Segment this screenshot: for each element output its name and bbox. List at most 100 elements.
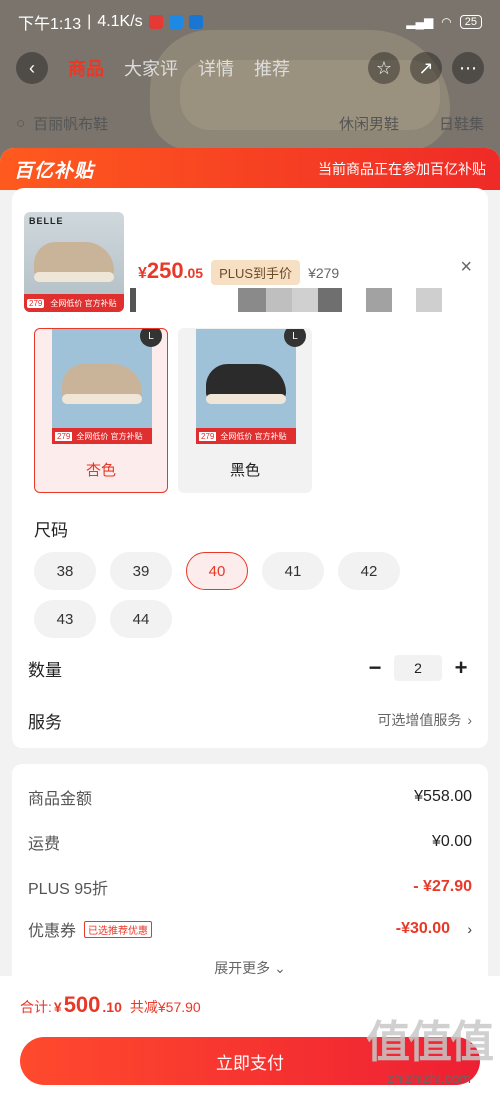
price-row: ¥250.05 PLUS到手价 ¥279	[138, 258, 339, 285]
upload-icon	[188, 15, 203, 29]
quantity-input[interactable]: 2	[394, 655, 442, 681]
search-icon: ○	[16, 114, 26, 132]
size-option-42[interactable]: 42	[338, 552, 400, 590]
thumb-brand-logo: BELLE	[29, 216, 64, 226]
minus-icon[interactable]: −	[364, 655, 386, 681]
sku-selection-sheet: 百亿补贴 当前商品正在参加百亿补贴 BELLE 279 全网低价 官方补贴 ¥2…	[0, 148, 500, 1111]
summary-label: PLUS 95折	[28, 881, 109, 898]
close-icon[interactable]: ×	[460, 256, 472, 279]
color-option-apricot[interactable]: 279 全网低价 官方补贴 L 杏色	[34, 328, 168, 493]
thumb-price-tag: 279 全网低价 官方补贴	[24, 294, 124, 312]
chevron-right-icon: ›	[467, 921, 472, 937]
summary-value: ¥0.00	[431, 833, 472, 850]
app-notification-icon	[148, 15, 163, 29]
coupon-tag: 已选推荐优惠	[84, 920, 153, 938]
service-label: 服务	[28, 712, 62, 732]
size-option-43[interactable]: 43	[34, 600, 96, 638]
share-icon[interactable]: ↗	[410, 52, 442, 84]
price-tag: 279 全网低价 官方补贴	[52, 428, 152, 444]
sku-card: BELLE 279 全网低价 官方补贴 ¥250.05 PLUS到手价 ¥279…	[12, 188, 488, 748]
search-query[interactable]: 百丽帆布鞋	[33, 113, 108, 134]
wifi-icon: ◠	[441, 15, 452, 29]
summary-value: - ¥27.90	[413, 878, 472, 895]
tag-text: 全网低价 官方补贴	[76, 431, 143, 441]
quantity-stepper: − 2 +	[364, 655, 472, 681]
thumb-price: 279	[27, 298, 45, 308]
checkout-bar: 合计: ¥ 500 .10 共减¥57.90 立即支付 值值值 zhizhizh…	[0, 976, 500, 1111]
total-decimal: .10	[102, 999, 122, 1015]
boss-app-icon	[168, 15, 183, 29]
tag-text: 全网低价 官方补贴	[220, 431, 287, 441]
subsidy-logo: 百亿补贴	[14, 160, 95, 182]
price-decimal: .05	[183, 265, 204, 281]
size-badge-icon: L	[140, 329, 162, 347]
summary-row-goods: 商品金额 ¥558.00	[28, 782, 472, 812]
watermark-logo: 值值值	[366, 1018, 494, 1067]
subsidy-note: 当前商品正在参加百亿补贴	[318, 161, 486, 177]
sole-shape	[206, 394, 286, 404]
service-link[interactable]: 可选增值服务 ›	[377, 710, 472, 730]
status-speed: 4.1K/s	[97, 13, 143, 30]
plus-icon[interactable]: +	[450, 655, 472, 681]
service-link-text: 可选增值服务	[377, 712, 462, 728]
size-option-38[interactable]: 38	[34, 552, 96, 590]
price-currency: ¥	[138, 265, 147, 282]
expand-more-button[interactable]: 展开更多 ⌄	[12, 958, 488, 978]
size-title: 尺码	[34, 521, 68, 540]
blur-block	[266, 288, 292, 312]
blur-block	[366, 288, 392, 312]
background-search: ○ 百丽帆布鞋 休闲男鞋 日鞋集	[16, 108, 484, 138]
quantity-row: 数量 − 2 +	[28, 648, 472, 688]
tag-price: 279	[199, 431, 217, 441]
subsidy-header: 百亿补贴 当前商品正在参加百亿补贴	[0, 148, 500, 190]
blur-block	[238, 288, 266, 312]
size-options: 38 39 40 41 42 43 44	[34, 552, 474, 638]
summary-value: -¥30.00	[395, 920, 450, 937]
total-integer: 500	[63, 992, 101, 1017]
status-time: 下午1:13	[18, 16, 82, 33]
blurred-spec-row	[130, 288, 442, 312]
summary-row-coupon[interactable]: 优惠券 已选推荐优惠 -¥30.00 ›	[28, 914, 472, 944]
battery-icon: 25	[459, 15, 482, 29]
thumb-tag-text: 全网低价 官方补贴	[50, 298, 117, 308]
service-row[interactable]: 服务 可选增值服务 ›	[28, 700, 472, 740]
summary-row-shipping: 运费 ¥0.00	[28, 827, 472, 857]
product-thumbnail[interactable]: BELLE 279 全网低价 官方补贴	[24, 212, 124, 312]
blur-block	[136, 288, 142, 312]
chip-casual-mens[interactable]: 休闲男鞋	[339, 113, 399, 134]
tab-details[interactable]: 详情	[198, 55, 234, 81]
status-bar: 下午1:13 | 4.1K/s ▂▄▆ ◠ 25	[0, 0, 500, 44]
price-tag: 279 全网低价 官方补贴	[196, 428, 296, 444]
blur-block	[292, 288, 318, 312]
size-option-44[interactable]: 44	[110, 600, 172, 638]
watermark-url: zhizhizhi.com	[386, 1070, 472, 1086]
watermark: 值值值 zhizhizhi.com	[366, 1006, 494, 1086]
back-icon[interactable]: ‹	[16, 52, 48, 84]
blur-block	[416, 288, 442, 312]
tab-recommend[interactable]: 推荐	[254, 55, 290, 81]
tab-product[interactable]: 商品	[68, 55, 104, 81]
color-label: 杏色	[85, 462, 116, 479]
blur-block	[318, 288, 342, 312]
color-label: 黑色	[229, 462, 260, 479]
size-option-39[interactable]: 39	[110, 552, 172, 590]
size-option-40[interactable]: 40	[186, 552, 248, 590]
size-option-41[interactable]: 41	[262, 552, 324, 590]
tag-price: 279	[55, 431, 73, 441]
summary-value: ¥558.00	[414, 788, 472, 805]
total-currency: ¥	[53, 999, 62, 1015]
summary-label: 优惠券	[28, 923, 77, 940]
total-row: 合计: ¥ 500 .10 共减¥57.90	[20, 992, 201, 1018]
tab-reviews[interactable]: 大家评	[124, 55, 178, 81]
signal-icon: ▂▄▆	[406, 15, 434, 29]
size-badge-icon: L	[284, 329, 306, 347]
background-product-page: 下午1:13 | 4.1K/s ▂▄▆ ◠ 25 ‹ 商品 大家评 详情 推荐 …	[0, 0, 500, 160]
chevron-right-icon: ›	[467, 712, 472, 728]
favorite-icon[interactable]: ☆	[368, 52, 400, 84]
sole-shape	[62, 394, 142, 404]
chip-shoes[interactable]: 日鞋集	[439, 113, 484, 134]
original-price: ¥279	[308, 265, 340, 281]
status-separator: |	[87, 13, 92, 30]
more-icon[interactable]: ⋯	[452, 52, 484, 84]
color-option-black[interactable]: 279 全网低价 官方补贴 L 黑色	[178, 328, 312, 493]
